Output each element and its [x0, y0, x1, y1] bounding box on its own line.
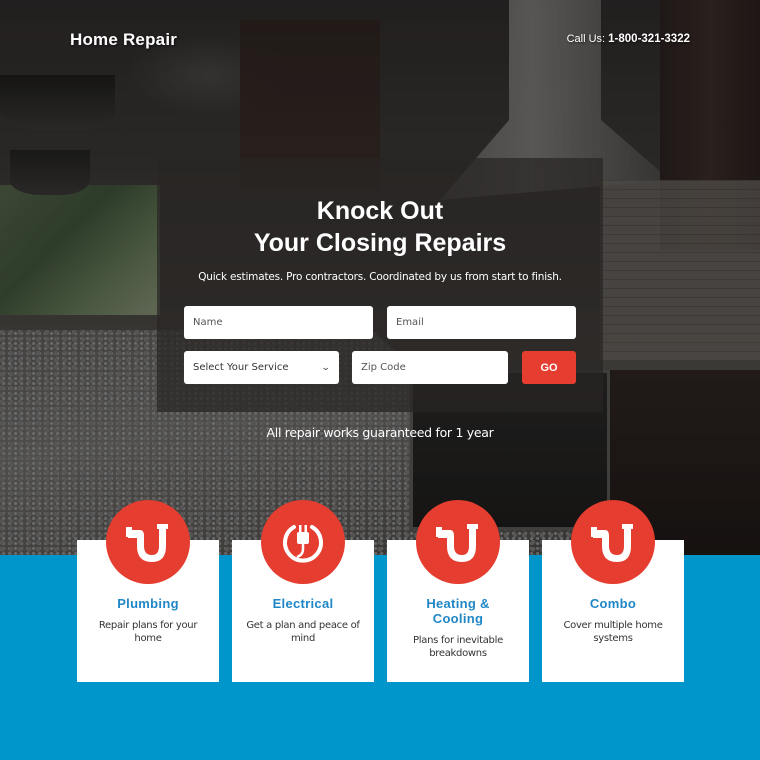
guarantee-text: All repair works guaranteed for 1 year [266, 425, 494, 440]
service-desc: Plans for inevitable breakdowns [413, 635, 503, 659]
subheadline: Quick estimates. Pro contractors. Coordi… [198, 271, 562, 283]
service-card-heating-cooling[interactable]: Heating & Cooling Plans for inevitable b… [387, 500, 529, 682]
pipe-icon [416, 500, 500, 584]
pipe-icon [571, 500, 655, 584]
email-input[interactable]: Email [387, 306, 576, 339]
lead-form-panel: Knock Out Your Closing Repairs Quick est… [157, 158, 603, 412]
service-select[interactable]: Select Your Service ⌄ [184, 351, 339, 384]
service-desc: Repair plans for your home [98, 620, 198, 644]
plug-icon [261, 500, 345, 584]
service-title: Electrical [272, 596, 334, 611]
pipe-icon [106, 500, 190, 584]
go-button[interactable]: GO [522, 351, 576, 384]
service-title: Heating & Cooling [426, 596, 490, 626]
call-us: Call Us: 1-800-321-3322 [567, 33, 690, 45]
service-desc: Cover multiple home systems [563, 620, 663, 644]
service-card-electrical[interactable]: Electrical Get a plan and peace of mind [232, 500, 374, 682]
page-title: Knock Out Your Closing Repairs [253, 197, 507, 257]
service-title: Combo [589, 596, 637, 611]
service-card-combo[interactable]: Combo Cover multiple home systems [542, 500, 684, 682]
logo[interactable]: Home Repair [70, 30, 177, 50]
service-desc: Get a plan and peace of mind [246, 620, 360, 644]
name-input[interactable]: Name [184, 306, 373, 339]
chevron-down-icon: ⌄ [321, 362, 332, 373]
call-us-label: Call Us: [566, 33, 606, 45]
zip-code-input[interactable]: Zip Code [352, 351, 508, 384]
service-card-plumbing[interactable]: Plumbing Repair plans for your home [77, 500, 219, 682]
phone-number[interactable]: 1-800-321-3322 [608, 33, 690, 45]
service-title: Plumbing [117, 596, 179, 611]
